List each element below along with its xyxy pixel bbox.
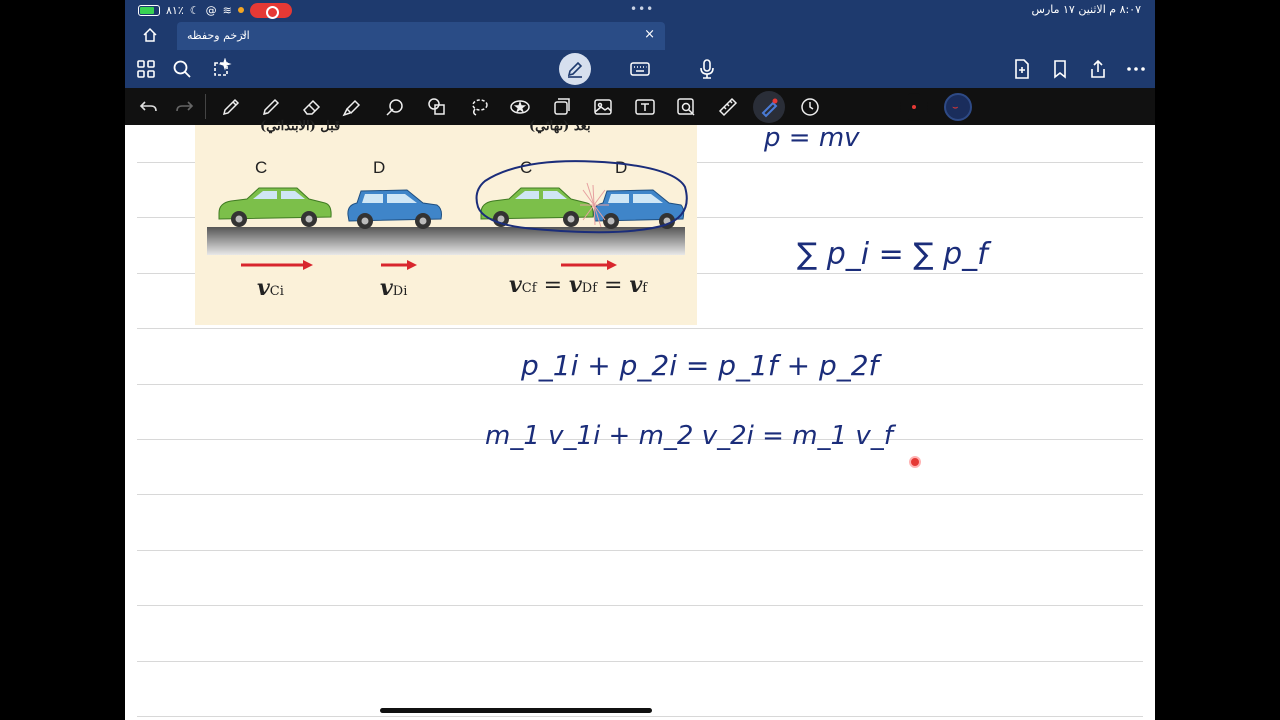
ruled-line (137, 328, 1143, 329)
ink-momentum-definition: p = mv (764, 123, 860, 153)
ruled-line (137, 550, 1143, 551)
keyboard-icon[interactable] (629, 58, 651, 80)
pencil-icon[interactable] (260, 96, 282, 118)
pen-hand-icon (567, 61, 583, 78)
pen-mode-button[interactable] (559, 53, 591, 85)
grid-icon[interactable] (135, 58, 157, 80)
share-icon[interactable] (1087, 58, 1109, 80)
blue-car-initial (347, 189, 442, 229)
magic-sparkle-icon[interactable] (210, 57, 232, 80)
laser-color-icon: ⌣ (952, 102, 959, 113)
collision-figure: قبل (الابتدائي) بعد (نهائي) C D C D vCi … (195, 119, 697, 325)
wifi-icon: ≋ (222, 3, 232, 17)
moon-icon: ☾ (189, 3, 200, 17)
ink-momentum-conservation: p_1i + p_2i = p_1f + p_2f (521, 349, 879, 382)
laser-pointer-icon (761, 98, 778, 118)
battery-icon (138, 4, 160, 16)
chevron-down-icon[interactable]: ⌄ (240, 28, 248, 39)
ruled-line (137, 716, 1143, 717)
color-swatch-selected[interactable]: ⌣ (944, 93, 972, 121)
toolbar-divider (205, 94, 206, 119)
laser-pointer-button[interactable] (753, 91, 785, 123)
v-final-equation: vCf = vDf = vf (509, 272, 648, 298)
clock-icon[interactable] (799, 96, 821, 118)
ruled-line (137, 605, 1143, 606)
color-swatch-red-dot[interactable] (900, 93, 928, 121)
home-indicator[interactable] (380, 708, 652, 713)
green-car-initial (218, 187, 332, 227)
tab-notebook[interactable]: الزخم وحفظه ⌄ × (177, 22, 665, 50)
search-icon[interactable] (171, 58, 193, 80)
microphone-icon[interactable] (696, 58, 718, 80)
velocity-arrows (241, 260, 617, 270)
nav-bar (125, 50, 1155, 88)
lasso-icon[interactable] (468, 96, 490, 118)
red-dot-icon (912, 105, 916, 109)
battery-percent: ٨١٪ (166, 3, 184, 17)
ink-momentum-sum: ∑ p_i = ∑ p_f (797, 237, 988, 272)
image-search-icon[interactable] (675, 96, 697, 118)
v-ci-label: vCi (257, 275, 284, 301)
undo-icon[interactable] (137, 96, 159, 118)
screen-record-icon[interactable] (249, 2, 292, 19)
text-box-icon[interactable] (634, 96, 656, 118)
shape-icon[interactable] (384, 96, 406, 118)
sticker-icon[interactable] (509, 96, 531, 118)
close-icon[interactable]: × (644, 27, 655, 42)
elements-icon[interactable] (551, 96, 573, 118)
laser-cursor (909, 456, 921, 468)
status-bar: ٨١٪ ☾ @ ≋ ••• ٨:٠٧ م الاثنين ١٧ مارس (125, 0, 1155, 20)
home-icon[interactable] (142, 27, 158, 43)
ruled-line (137, 661, 1143, 662)
more-icon[interactable] (1125, 58, 1147, 80)
v-di-label: vDi (380, 275, 408, 301)
lasso-shapes-icon[interactable] (426, 96, 448, 118)
pen-icon[interactable] (220, 96, 242, 118)
notes-app: ٨١٪ ☾ @ ≋ ••• ٨:٠٧ م الاثنين ١٧ مارس الز… (125, 0, 1155, 720)
note-page[interactable]: قبل (الابتدائي) بعد (نهائي) C D C D vCi … (137, 119, 1143, 720)
ruled-line (137, 494, 1143, 495)
eraser-icon[interactable] (301, 96, 323, 118)
ruler-icon[interactable] (717, 96, 739, 118)
green-car-final (480, 187, 594, 227)
redo-icon[interactable] (174, 96, 196, 118)
multitask-dots[interactable]: ••• (630, 2, 654, 16)
mic-indicator-icon (237, 7, 244, 13)
ruled-line (137, 384, 1143, 385)
datetime: ٨:٠٧ م الاثنين ١٧ مارس (1031, 3, 1141, 16)
add-page-icon[interactable] (1011, 58, 1033, 80)
ink-mass-velocity-equation: m_1 v_1i + m_2 v_2i = m_1 v_f (485, 421, 893, 451)
at-icon: @ (205, 3, 217, 17)
highlighter-icon[interactable] (341, 96, 363, 118)
bookmark-icon[interactable] (1049, 58, 1071, 80)
tab-bar: الزخم وحفظه ⌄ × (125, 20, 1155, 50)
image-icon[interactable] (592, 96, 614, 118)
status-left: ٨١٪ ☾ @ ≋ (138, 2, 292, 19)
